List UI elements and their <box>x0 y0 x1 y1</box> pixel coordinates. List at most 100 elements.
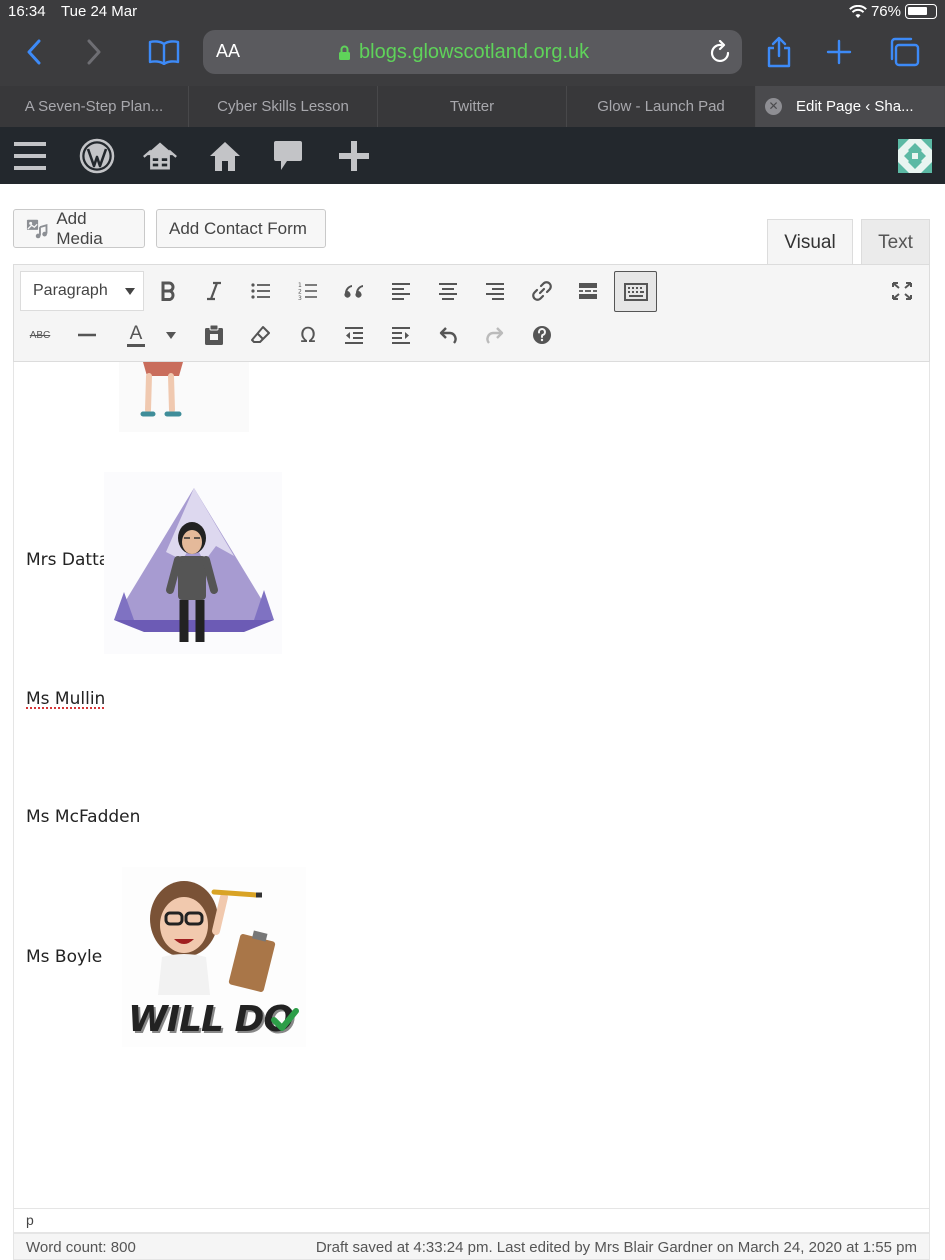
home-icon <box>210 142 240 171</box>
strikethrough-button[interactable]: ABC <box>20 315 60 355</box>
check-icon <box>271 1008 299 1031</box>
editor-content[interactable]: Mrs Datta Ms Mullin Ms McFadden Ms Boyle <box>13 362 930 1208</box>
element-path[interactable]: p <box>13 1208 930 1233</box>
italic-button[interactable] <box>194 271 234 311</box>
clear-formatting-button[interactable] <box>241 315 281 355</box>
element-path-value: p <box>26 1212 34 1228</box>
tab-text[interactable]: Text <box>861 219 930 265</box>
reload-icon <box>710 39 730 62</box>
increase-indent-button[interactable] <box>381 315 421 355</box>
word-count: Word count: 800 <box>26 1239 136 1256</box>
add-media-button[interactable]: Add Media <box>13 209 145 248</box>
battery-fill <box>908 7 927 15</box>
bold-button[interactable] <box>148 271 188 311</box>
help-button[interactable] <box>522 315 562 355</box>
user-avatar[interactable] <box>897 139 933 173</box>
site-home-button[interactable] <box>207 139 243 173</box>
paste-as-text-button[interactable] <box>194 315 234 355</box>
wordpress-icon <box>79 138 115 174</box>
format-select-value: Paragraph <box>33 282 108 299</box>
bold-icon <box>161 281 175 301</box>
text-color-button[interactable]: A <box>114 315 158 355</box>
undo-icon <box>439 327 457 344</box>
lock-icon <box>339 45 350 60</box>
tabs-icon <box>890 37 920 67</box>
will-do-text: WILL DO <box>128 999 294 1040</box>
text-color-dropdown[interactable] <box>157 315 185 355</box>
new-tab-button[interactable] <box>823 36 855 68</box>
browser-tab[interactable]: Cyber Skills Lesson <box>189 86 378 127</box>
tab-overview-button[interactable] <box>886 36 922 68</box>
wp-admin-bar <box>0 127 945 184</box>
browser-chrome: 16:34 Tue 24 Mar 76% AA blogs.glowscotla… <box>0 0 945 86</box>
align-left-button[interactable] <box>381 271 421 311</box>
bullet-list-button[interactable] <box>241 271 281 311</box>
staff-name: Ms Mullin <box>26 689 106 709</box>
svg-text:3: 3 <box>298 295 302 301</box>
address-bar[interactable]: AA blogs.glowscotland.org.uk <box>203 30 742 74</box>
redo-button[interactable] <box>475 315 515 355</box>
browser-tab-active[interactable]: ✕ Edit Page ‹ Sha... <box>756 86 945 127</box>
menu-toggle-button[interactable] <box>12 139 48 173</box>
toolbar-toggle-button[interactable] <box>614 271 657 312</box>
align-right-icon <box>486 283 504 300</box>
comments-button[interactable] <box>270 139 306 173</box>
horizontal-line-button[interactable] <box>67 315 107 355</box>
media-icon <box>26 219 48 238</box>
decrease-indent-button[interactable] <box>334 315 374 355</box>
my-sites-button[interactable] <box>142 139 178 173</box>
forward-button[interactable] <box>78 36 110 68</box>
undo-button[interactable] <box>428 315 468 355</box>
link-icon <box>532 281 552 301</box>
new-content-button[interactable] <box>336 139 372 173</box>
fullscreen-button[interactable] <box>882 271 922 311</box>
comment-icon <box>274 141 302 170</box>
italic-icon <box>207 281 221 301</box>
align-center-button[interactable] <box>428 271 468 311</box>
editor-toolbar: Paragraph 123 ABC A Ω <box>13 264 930 362</box>
add-contact-form-button[interactable]: Add Contact Form <box>156 209 326 248</box>
horizontal-line-icon <box>78 333 96 337</box>
format-select[interactable]: Paragraph <box>20 271 144 311</box>
blockquote-button[interactable] <box>334 271 374 311</box>
browser-tab-label: Twitter <box>449 98 495 115</box>
fullscreen-icon <box>892 282 912 300</box>
draft-status: Draft saved at 4:33:24 pm. Last edited b… <box>315 1239 917 1256</box>
battery-percent: 76% <box>870 3 901 20</box>
wordpress-logo-button[interactable] <box>79 138 115 174</box>
back-button[interactable] <box>18 36 50 68</box>
url-display: blogs.glowscotland.org.uk <box>338 41 589 64</box>
align-right-button[interactable] <box>475 271 515 311</box>
browser-tab[interactable]: Glow - Launch Pad <box>567 86 756 127</box>
plus-icon <box>826 39 852 65</box>
browser-tab-label: Edit Page ‹ Sha... <box>796 98 914 115</box>
text-size-button[interactable]: AA <box>216 41 240 62</box>
read-more-button[interactable] <box>568 271 608 311</box>
close-tab-icon[interactable]: ✕ <box>765 98 782 115</box>
strikethrough-label: ABC <box>29 329 51 341</box>
avatar-identicon <box>898 139 932 173</box>
redo-icon <box>486 327 504 344</box>
ios-status-bar: 16:34 Tue 24 Mar 76% <box>0 0 945 24</box>
browser-tab-label: A Seven-Step Plan... <box>24 98 164 115</box>
special-character-button[interactable]: Ω <box>288 315 328 355</box>
book-icon <box>148 40 180 65</box>
share-icon <box>767 36 791 68</box>
numbered-list-button[interactable]: 123 <box>288 271 328 311</box>
tab-text-label: Text <box>878 231 913 253</box>
share-button[interactable] <box>763 36 795 68</box>
omega-icon: Ω <box>300 323 316 347</box>
tab-visual[interactable]: Visual <box>767 219 853 265</box>
hamburger-icon <box>14 142 46 170</box>
browser-tab[interactable]: A Seven-Step Plan... <box>0 86 189 127</box>
insert-link-button[interactable] <box>522 271 562 311</box>
browser-tab[interactable]: Twitter <box>378 86 567 127</box>
bookmarks-button[interactable] <box>146 36 182 68</box>
sites-icon <box>143 142 177 170</box>
teacher-avatar-image <box>104 472 282 654</box>
align-left-icon <box>392 283 410 300</box>
outdent-icon <box>345 327 363 344</box>
add-contact-form-label: Add Contact Form <box>169 218 307 238</box>
teacher-avatar-image <box>150 881 276 995</box>
reload-button[interactable] <box>710 39 732 69</box>
